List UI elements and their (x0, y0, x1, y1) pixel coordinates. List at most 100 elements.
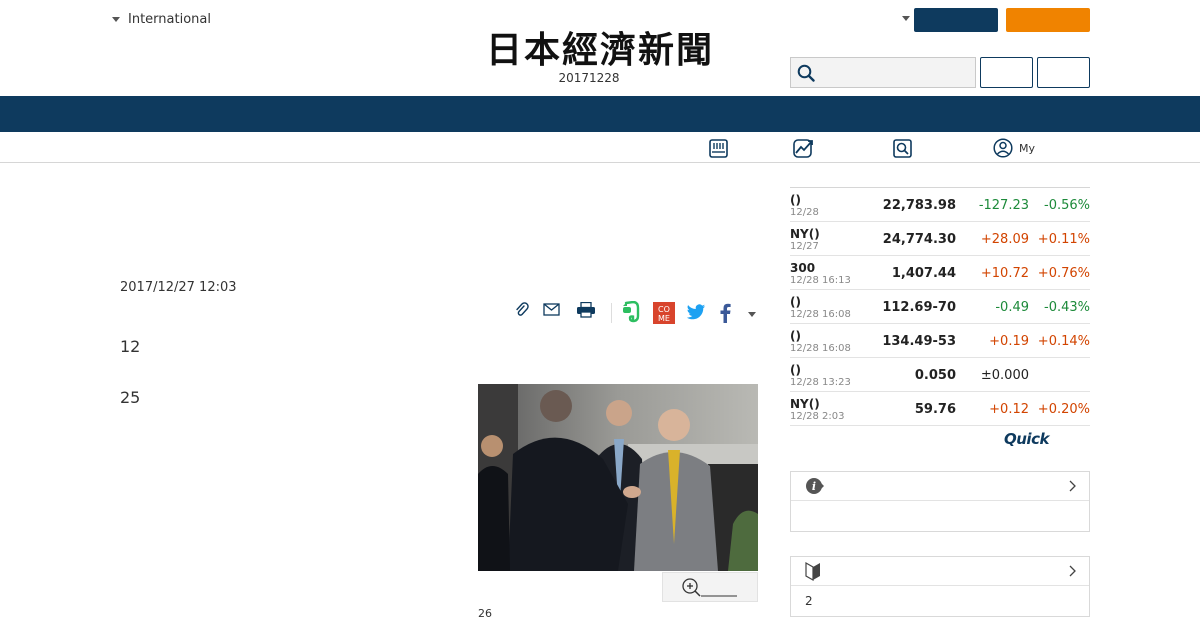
subnav-label-my: My (1019, 141, 1036, 155)
facebook-icon[interactable] (719, 303, 731, 323)
market-time: 12/27 (790, 241, 819, 252)
market-name: () (790, 363, 801, 377)
svg-text:ME: ME (658, 314, 670, 323)
article-paragraph-2: 25 (120, 388, 141, 407)
market-row[interactable]: () 12/28 16:08 134.49-53 +0.19 +0.14% (790, 324, 1090, 358)
user-icon (993, 138, 1013, 158)
share-toolbar: CO ME (510, 300, 765, 326)
market-change: -0.49 (995, 300, 1029, 315)
chevron-right-icon (1069, 565, 1076, 577)
logo-text: 日本經濟新聞 (486, 29, 714, 70)
info-box: i (790, 471, 1090, 532)
market-row[interactable]: () 12/28 16:08 112.69-70 -0.49 -0.43% (790, 290, 1090, 324)
subnav-item-search[interactable] (893, 138, 912, 158)
twitter-icon[interactable] (686, 304, 706, 321)
market-name: NY() (790, 227, 820, 241)
caret-down-icon (112, 17, 120, 22)
subscribe-button[interactable] (1006, 8, 1090, 32)
main-navbar (0, 96, 1200, 132)
info-box-body (791, 501, 1089, 531)
chevron-right-icon (1069, 480, 1076, 492)
search-icon (893, 138, 912, 158)
search-box (790, 57, 976, 88)
market-name: () (790, 295, 801, 309)
article-date: 2017/12/27 12:03 (120, 280, 237, 295)
market-percent: +0.14% (1037, 334, 1090, 349)
svg-text:i: i (812, 480, 816, 493)
sub-navbar: My (0, 132, 1200, 163)
market-row[interactable]: NY() 12/27 24,774.30 +28.09 +0.11% (790, 222, 1090, 256)
market-value: 112.69-70 (882, 300, 956, 315)
photo-caption: 26 (478, 607, 492, 620)
market-change: +28.09 (980, 232, 1029, 247)
evernote-icon[interactable] (622, 301, 640, 323)
market-time: 12/28 2:03 (790, 411, 845, 422)
market-change: +0.12 (989, 402, 1029, 417)
article-photo[interactable] (478, 384, 758, 571)
svg-text:CO: CO (658, 305, 670, 314)
quick-logo[interactable]: Quick (1004, 430, 1049, 448)
subnav-item-newspaper[interactable] (709, 138, 728, 158)
nikkei-logo[interactable]: 日本經濟新聞 (450, 26, 750, 70)
market-row[interactable]: () 12/28 13:23 0.050 ±0.000 (790, 358, 1090, 392)
market-value: 1,407.44 (891, 266, 956, 281)
photo-zoom-button[interactable] (662, 572, 758, 602)
market-row[interactable]: 300 12/28 16:13 1,407.44 +10.72 +0.76% (790, 256, 1090, 290)
subnav-item-chart[interactable] (793, 138, 815, 158)
caret-down-icon[interactable] (748, 312, 756, 317)
edition-selector[interactable]: International (112, 12, 211, 27)
market-time: 12/28 16:08 (790, 309, 851, 320)
market-change: ±0.000 (980, 368, 1029, 383)
paperclip-icon[interactable] (514, 302, 530, 318)
print-icon[interactable] (576, 302, 596, 318)
chart-icon (793, 139, 813, 158)
share-divider (611, 303, 612, 323)
article-paragraph-1: 12 (120, 337, 141, 356)
edition-label: International (128, 12, 211, 27)
market-change: +10.72 (980, 266, 1029, 281)
logo-date: 20171228 (558, 71, 620, 85)
beginner-box-body: 2 (805, 594, 813, 608)
market-time: 12/28 (790, 207, 819, 218)
market-value: 0.050 (914, 368, 956, 383)
market-change: -127.23 (978, 198, 1029, 213)
caret-down-icon[interactable] (902, 16, 910, 21)
market-value: 24,774.30 (882, 232, 956, 247)
login-button[interactable] (914, 8, 998, 32)
newspaper-icon (709, 138, 728, 158)
market-value: 22,783.98 (882, 198, 956, 213)
market-name: 300 (790, 261, 816, 275)
site-header: International 日本經濟新聞 20171228 (0, 0, 1200, 96)
market-name: NY() (790, 397, 820, 411)
market-percent: +0.76% (1037, 266, 1090, 281)
market-name: () (790, 193, 801, 207)
market-percent: +0.11% (1037, 232, 1090, 247)
search-icon[interactable] (797, 64, 815, 82)
market-value: 134.49-53 (882, 334, 956, 349)
market-table: () 12/28 22,783.98 -127.23 -0.56% NY() 1… (790, 187, 1090, 426)
market-time: 12/28 16:13 (790, 275, 851, 286)
zoom-in-icon (682, 578, 737, 597)
beginner-box: 2 (790, 556, 1090, 617)
beginner-box-header[interactable] (791, 557, 1089, 586)
market-time: 12/28 13:23 (790, 377, 851, 388)
search-submit-button[interactable] (980, 57, 1033, 88)
market-value: 59.76 (914, 402, 956, 417)
mail-icon[interactable] (543, 303, 560, 316)
advanced-search-button[interactable] (1037, 57, 1090, 88)
market-name: () (790, 329, 801, 343)
subnav-item-my[interactable]: My (993, 138, 1035, 158)
market-percent: +0.20% (1037, 402, 1090, 417)
market-percent: -0.56% (1044, 198, 1090, 213)
photo-illustration (478, 384, 758, 571)
market-row[interactable]: NY() 12/28 2:03 59.76 +0.12 +0.20% (790, 392, 1090, 426)
search-input[interactable] (821, 59, 971, 86)
market-percent: -0.43% (1044, 300, 1090, 315)
market-row[interactable]: () 12/28 22,783.98 -127.23 -0.56% (790, 188, 1090, 222)
market-change: +0.19 (989, 334, 1029, 349)
market-time: 12/28 16:08 (790, 343, 851, 354)
beginner-mark-icon (805, 561, 820, 581)
comemo-icon[interactable]: CO ME (653, 302, 675, 324)
info-box-header[interactable]: i (791, 472, 1089, 501)
info-icon: i (806, 478, 824, 494)
